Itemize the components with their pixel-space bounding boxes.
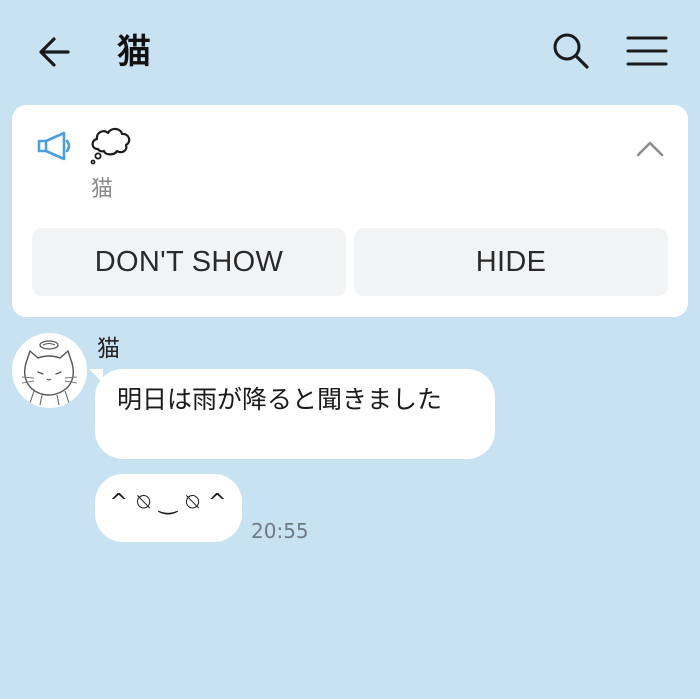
cat-avatar-icon: [21, 340, 78, 406]
megaphone-icon: [37, 131, 71, 161]
back-button[interactable]: [34, 30, 78, 74]
message-timestamp: 20:55: [251, 519, 309, 543]
hamburger-menu-icon: [626, 36, 668, 66]
chat-header: 猫: [0, 0, 700, 100]
dont-show-button[interactable]: DON'T SHOW: [32, 228, 346, 296]
menu-button[interactable]: [624, 30, 670, 72]
message-bubble[interactable]: ^ ⍉ ‿ ⍉ ^: [95, 474, 242, 542]
sender-name: 猫: [97, 336, 120, 362]
thought-bubble-icon: [90, 127, 131, 165]
chat-title: 猫: [117, 32, 151, 72]
arrow-left-icon: [39, 37, 70, 67]
collapse-button[interactable]: [632, 131, 668, 167]
search-button[interactable]: [548, 28, 594, 74]
search-icon: [553, 33, 589, 69]
message-text: 明日は雨が降ると聞きました: [117, 385, 443, 414]
hide-button[interactable]: HIDE: [354, 228, 668, 296]
chevron-up-icon: [636, 141, 664, 157]
message-text: ^ ⍉ ‿ ⍉ ^: [109, 489, 228, 515]
announcement-sender: 猫: [91, 177, 114, 202]
message-bubble[interactable]: 明日は雨が降ると聞きました: [95, 369, 495, 459]
avatar[interactable]: [12, 333, 87, 408]
announcement-card: 猫 DON'T SHOW HIDE: [12, 105, 688, 317]
